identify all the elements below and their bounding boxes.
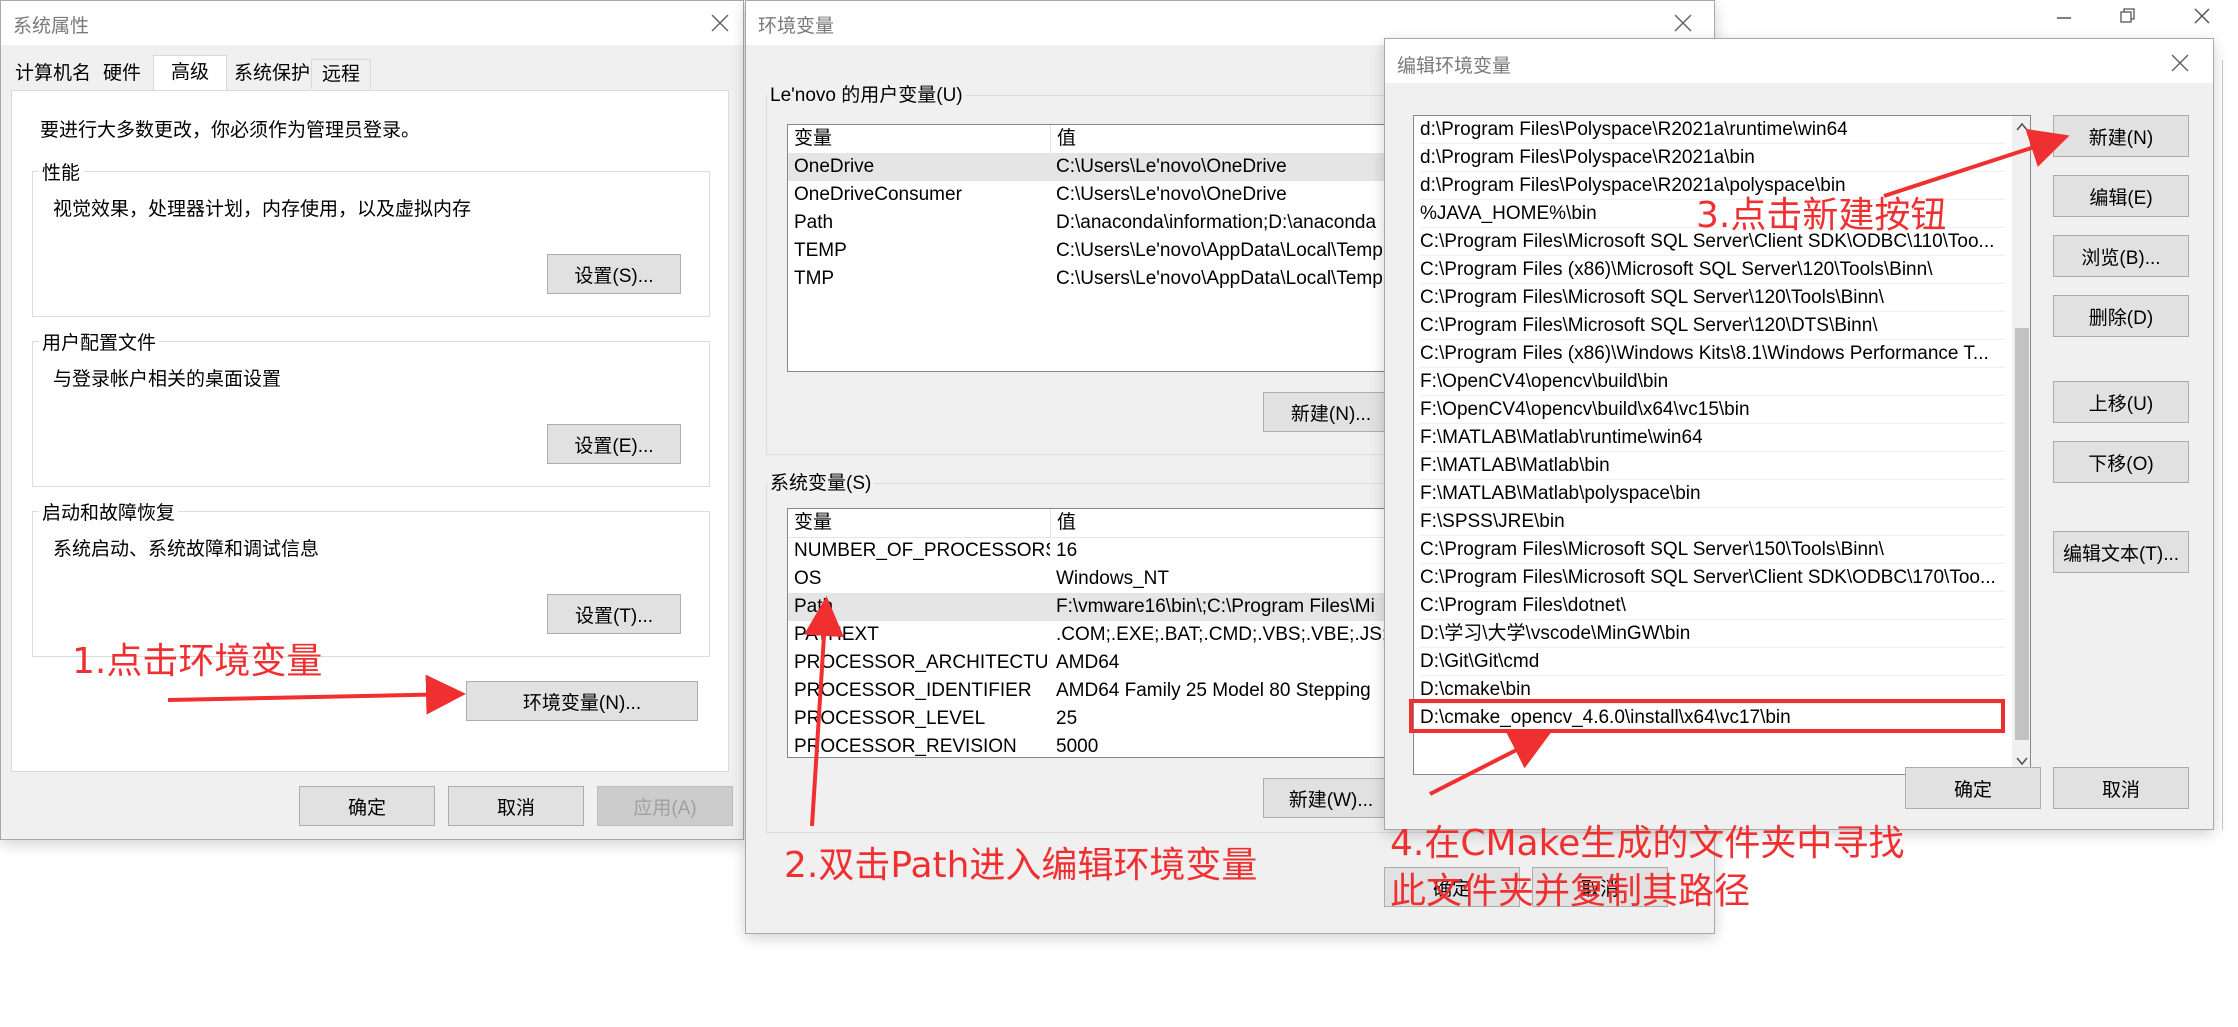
arrow-to-highlight [1429,732,1552,796]
arrow-to-path-row [804,596,844,827]
arrow-to-env-button [167,674,466,715]
arrow-to-new-button [1883,128,2070,198]
annotation-arrows [167,128,2070,827]
